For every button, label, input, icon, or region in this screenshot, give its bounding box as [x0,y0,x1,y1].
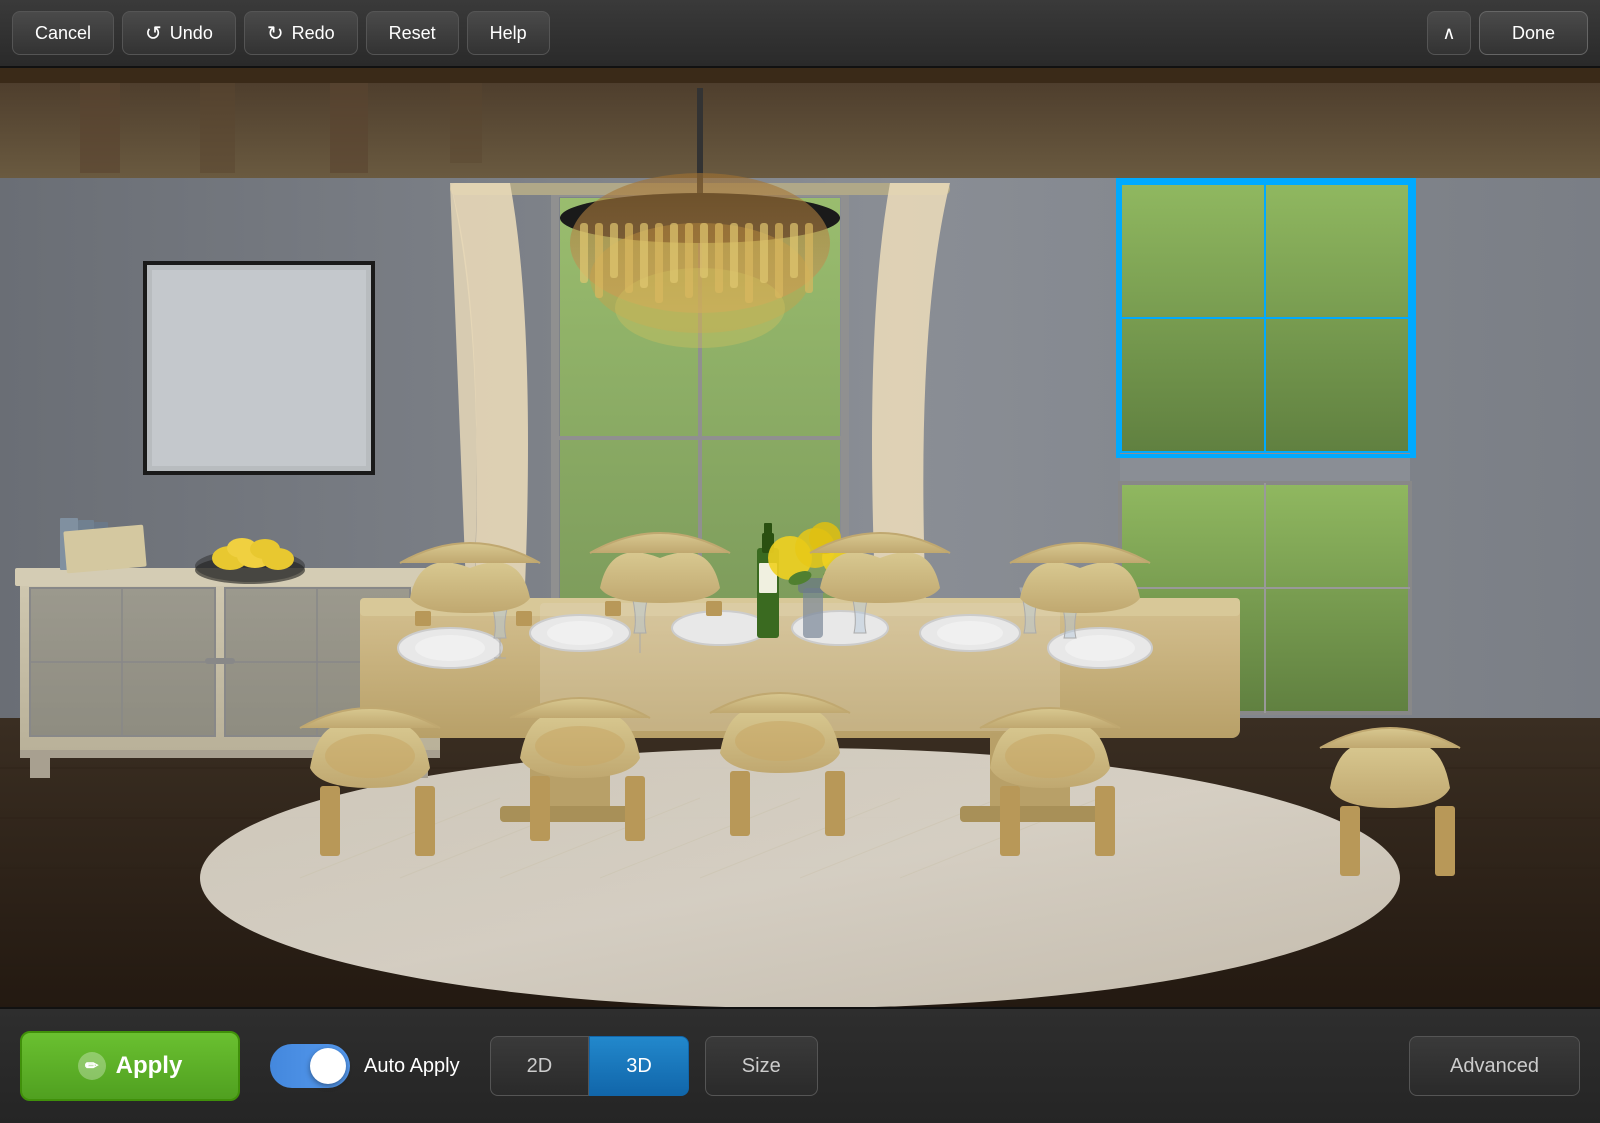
view-2d-button[interactable]: 2D [490,1036,590,1096]
done-button[interactable]: Done [1479,11,1588,55]
room-scene [0,68,1600,1007]
view-mode-group: 2D 3D [490,1036,689,1096]
redo-button[interactable]: ↻ Redo [244,11,358,55]
help-button[interactable]: Help [467,11,550,55]
reset-button[interactable]: Reset [366,11,459,55]
view-2d-label: 2D [527,1055,553,1077]
toggle-knob [310,1048,346,1084]
chevron-up-icon: ∧ [1442,23,1455,44]
scene-area[interactable] [0,68,1600,1007]
size-label: Size [742,1055,781,1077]
size-button[interactable]: Size [705,1036,818,1096]
reset-label: Reset [389,23,436,44]
undo-icon: ↺ [145,21,162,46]
cancel-button[interactable]: Cancel [12,11,114,55]
redo-label: Redo [292,23,335,44]
auto-apply-toggle[interactable] [270,1044,350,1088]
redo-icon: ↻ [267,21,284,46]
paint-brush-icon: ✏ [78,1052,106,1080]
cancel-label: Cancel [35,23,91,44]
auto-apply-section: Auto Apply [270,1044,460,1088]
top-toolbar: Cancel ↺ Undo ↻ Redo Reset Help ∧ Done [0,0,1600,68]
advanced-button[interactable]: Advanced [1409,1036,1580,1096]
bottom-toolbar: ✏ Apply Auto Apply 2D 3D Size Advanced [0,1007,1600,1123]
view-3d-button[interactable]: 3D [589,1036,689,1096]
collapse-button[interactable]: ∧ [1427,11,1471,55]
advanced-label: Advanced [1450,1055,1539,1077]
undo-button[interactable]: ↺ Undo [122,11,236,55]
help-label: Help [490,23,527,44]
undo-label: Undo [170,23,213,44]
apply-button[interactable]: ✏ Apply [20,1031,240,1101]
auto-apply-label: Auto Apply [364,1055,460,1078]
apply-label: Apply [116,1052,183,1080]
done-label: Done [1512,23,1555,43]
view-3d-label: 3D [626,1055,652,1077]
